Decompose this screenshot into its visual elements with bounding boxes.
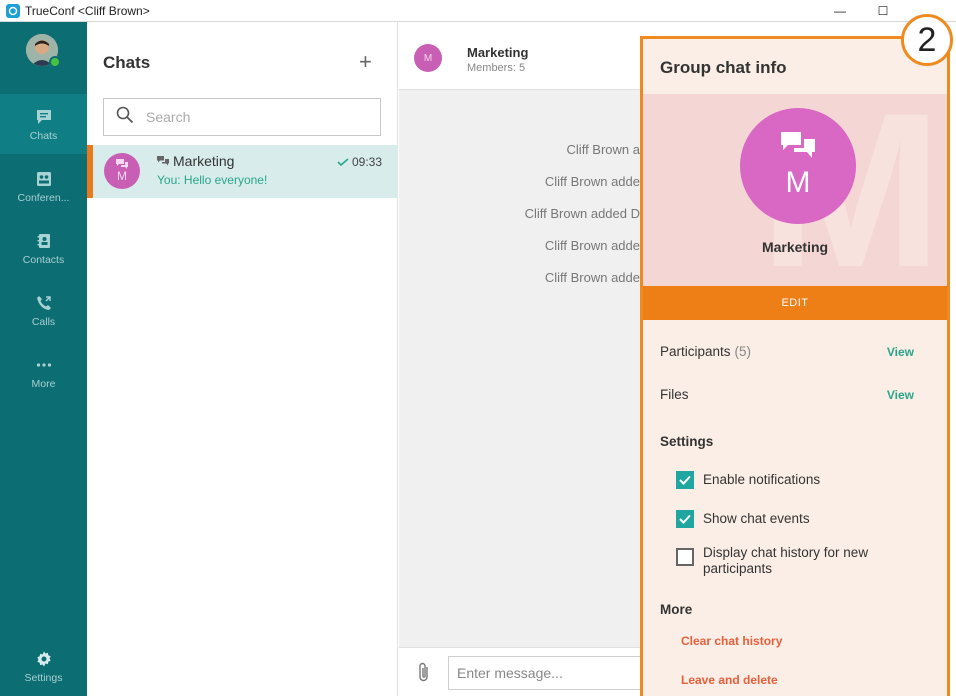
chat-event: Cliff Brown adde	[544, 238, 640, 253]
conversation-avatar-letter: M	[423, 52, 433, 64]
chat-time-text: 09:33	[351, 155, 382, 169]
show-chat-events-label: Show chat events	[703, 511, 810, 526]
conversation-members: Members: 5	[467, 62, 526, 74]
view-participants-link[interactable]: View	[887, 345, 914, 359]
chat-event: Cliff Brown adde	[544, 270, 640, 285]
search-placeholder: Search	[146, 109, 191, 125]
search-icon	[116, 106, 134, 129]
step-number-badge: 2	[901, 14, 953, 66]
chat-name-text: Marketing	[173, 153, 235, 169]
nav-label-contacts: Contacts	[22, 253, 65, 266]
trueconf-logo-icon	[6, 3, 20, 18]
nav-item-contacts[interactable]: Contacts	[0, 218, 87, 278]
info-panel-title: Group chat info	[660, 58, 787, 77]
chat-event: Cliff Brown adde	[544, 174, 640, 189]
new-chat-button[interactable]: +	[359, 49, 372, 75]
search-input[interactable]: Search	[103, 98, 381, 136]
chats-panel: Chats + Search M Marketing You: Hello ev…	[87, 22, 398, 696]
calls-icon	[34, 293, 54, 313]
files-label: Files	[660, 387, 689, 402]
nav-item-conferences[interactable]: Conferen...	[0, 156, 87, 216]
show-chat-events-checkbox[interactable]	[676, 510, 694, 528]
conversation-name: Marketing	[467, 45, 529, 60]
chat-list-item[interactable]: M Marketing You: Hello everyone! 09:33	[87, 145, 398, 198]
attach-icon[interactable]	[417, 662, 431, 684]
chat-event: Cliff Brown a	[566, 142, 640, 157]
display-history-label: Display chat history for new participant…	[703, 545, 869, 576]
chat-icon	[34, 107, 54, 127]
participants-count: (5)	[734, 344, 752, 359]
leave-and-delete-link[interactable]: Leave and delete	[681, 673, 778, 687]
selected-indicator	[87, 145, 93, 198]
nav-item-calls[interactable]: Calls	[0, 280, 87, 340]
clear-chat-history-link[interactable]: Clear chat history	[681, 634, 782, 648]
group-chat-icon	[116, 159, 128, 169]
main-nav: Chats Conferen... Contacts Calls More Se…	[0, 22, 87, 696]
nav-item-more[interactable]: More	[0, 342, 87, 402]
group-avatar-letter: M	[785, 166, 811, 199]
chat-avatar-letter: M	[117, 169, 127, 183]
minimize-button[interactable]: —	[823, 0, 857, 22]
nav-item-settings[interactable]: Settings	[0, 636, 87, 696]
nav-label-calls: Calls	[31, 315, 56, 328]
group-chat-small-icon	[157, 156, 169, 166]
chat-time: 09:33	[337, 155, 382, 169]
group-banner: M M Marketing	[643, 94, 947, 286]
group-chat-info-panel: Group chat info M M Marketing EDIT Parti…	[640, 36, 950, 696]
read-check-icon	[337, 158, 349, 166]
maximize-button[interactable]: ☐	[866, 0, 900, 22]
checkmark-icon	[679, 475, 691, 485]
message-composer: Enter message...	[399, 647, 640, 696]
group-name: Marketing	[761, 239, 829, 255]
participants-row: Participants (5)	[660, 344, 751, 359]
settings-heading: Settings	[660, 434, 714, 449]
group-avatar[interactable]: M	[740, 108, 856, 224]
presence-status-icon	[49, 56, 61, 68]
conference-icon	[34, 169, 54, 189]
enable-notifications-label: Enable notifications	[703, 472, 821, 487]
chat-avatar: M	[104, 153, 140, 189]
group-chat-large-icon	[781, 132, 815, 158]
enable-notifications-checkbox[interactable]	[676, 471, 694, 489]
contacts-icon	[34, 231, 54, 251]
chats-title: Chats	[103, 53, 151, 72]
chat-last-message: You: Hello everyone!	[157, 173, 268, 187]
conversation-panel: M Marketing Members: 5 Cliff Brown a Cli…	[399, 22, 640, 696]
nav-label-more: More	[31, 377, 56, 390]
display-history-checkbox[interactable]	[676, 548, 694, 566]
conversation-header[interactable]: M Marketing Members: 5	[399, 22, 640, 90]
view-files-link[interactable]: View	[887, 388, 914, 402]
message-input[interactable]: Enter message...	[448, 656, 640, 690]
chat-name: Marketing	[157, 153, 234, 169]
window-title: TrueConf <Cliff Brown>	[25, 3, 150, 18]
checkmark-icon	[679, 514, 691, 524]
window-titlebar: TrueConf <Cliff Brown> — ☐	[0, 0, 956, 22]
gear-icon	[34, 649, 54, 669]
conversation-avatar: M	[414, 44, 442, 72]
nav-label-settings: Settings	[24, 671, 63, 684]
participants-label: Participants	[660, 344, 731, 359]
more-heading: More	[660, 602, 693, 617]
nav-item-chats[interactable]: Chats	[0, 94, 87, 154]
chat-event: Cliff Brown added D	[524, 206, 640, 221]
edit-button[interactable]: EDIT	[643, 286, 947, 320]
nav-label-chats: Chats	[29, 129, 58, 142]
more-icon	[34, 355, 54, 375]
nav-label-conferences: Conferen...	[17, 191, 70, 204]
